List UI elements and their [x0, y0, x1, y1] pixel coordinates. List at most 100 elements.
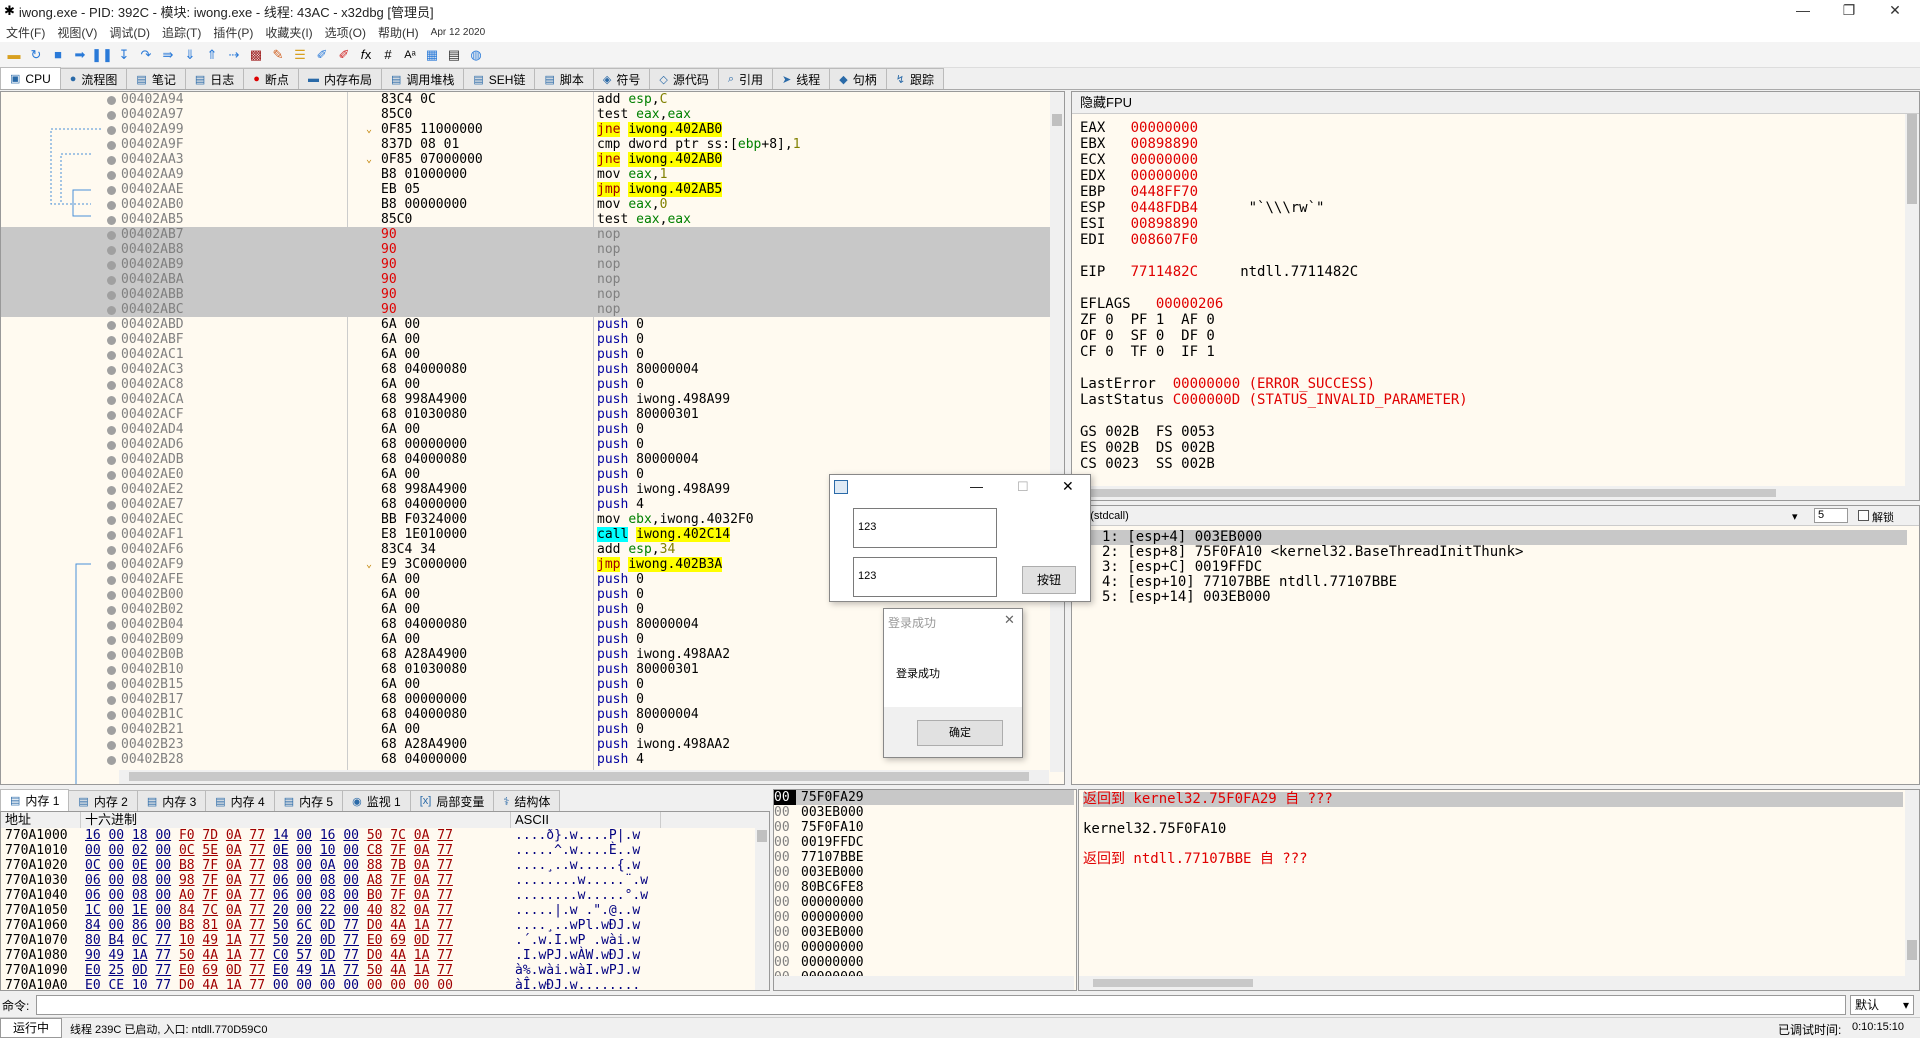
disasm-vscroll[interactable]: [1050, 92, 1064, 772]
comments-hscroll[interactable]: [1079, 976, 1905, 990]
breakpoint-dot-icon[interactable]: [107, 261, 116, 270]
breakpoint-dot-icon[interactable]: [107, 351, 116, 360]
dump-row[interactable]: 770A1020 0C 00 0E 00 B8 7F 0A 77 08 00 0A…: [1, 858, 761, 873]
breakpoint-dot-icon[interactable]: [107, 546, 116, 555]
disasm-row[interactable]: 00402A99 0F85 11000000 jne iwong.402AB0 ⌄: [1, 122, 1051, 137]
tab-12[interactable]: ➤ 线程: [772, 68, 831, 89]
flags-row[interactable]: CF 0 TF 0 IF 1: [1080, 344, 1215, 360]
comments-vscroll[interactable]: [1905, 790, 1919, 990]
globe-icon[interactable]: ◍: [466, 45, 486, 65]
disasm-row[interactable]: 00402AB5 85C0 test eax,eax: [1, 212, 1051, 227]
disasm-row[interactable]: 00402A94 83C4 0C add esp,C: [1, 92, 1051, 107]
register-row[interactable]: ESP 0448FDB4 "`\\\rw`": [1080, 200, 1324, 216]
dump-vscroll[interactable]: [755, 812, 769, 990]
stack-row[interactable]: 00 75F0FA10: [774, 820, 1074, 835]
dump-row[interactable]: 770A1060 84 00 86 00 B8 81 0A 77 50 6C 0D…: [1, 918, 761, 933]
segment-row[interactable]: GS 002B FS 0053: [1080, 424, 1215, 440]
unlock-checkbox[interactable]: [1858, 510, 1869, 521]
breakpoint-dot-icon[interactable]: [107, 156, 116, 165]
stack-row[interactable]: 00 003EB000: [774, 805, 1074, 820]
dump-row[interactable]: 770A1000 16 00 18 00 F0 7D 0A 77 14 00 16…: [1, 828, 761, 843]
register-row[interactable]: EBP 0448FF70: [1080, 184, 1249, 200]
dump-row[interactable]: 770A1010 00 00 02 00 0C 5E 0A 77 0E 00 10…: [1, 843, 761, 858]
dump-tab-3[interactable]: ▤ 内存 4: [205, 790, 275, 811]
breakpoint-dot-icon[interactable]: [107, 456, 116, 465]
command-input[interactable]: [36, 995, 1846, 1015]
tab-14[interactable]: ↯ 跟踪: [885, 68, 944, 89]
menu-item[interactable]: 收藏夹(I): [259, 24, 318, 41]
breakpoint-dot-icon[interactable]: [107, 276, 116, 285]
stack-view[interactable]: 00 75F0FA29 00 003EB000 00 75F0FA10 00 0019FFDC…: [773, 789, 1077, 991]
breakpoint-dot-icon[interactable]: [107, 516, 116, 525]
register-row[interactable]: EDX 00000000: [1080, 168, 1249, 184]
argument-row[interactable]: 3: [esp+C] 0019FFDC: [1102, 560, 1262, 575]
restart-icon[interactable]: ↻: [26, 45, 46, 65]
trace-over-icon[interactable]: ⇓: [180, 45, 200, 65]
breakpoint-dot-icon[interactable]: [107, 756, 116, 765]
pause-icon[interactable]: ❚❚: [91, 45, 113, 65]
breakpoint-dot-icon[interactable]: [107, 726, 116, 735]
dump-tab-2[interactable]: ▤ 内存 3: [136, 790, 207, 811]
stack-row[interactable]: 0000000000: [774, 955, 1074, 970]
breakpoint-dot-icon[interactable]: [107, 201, 116, 210]
hash-icon[interactable]: #: [378, 45, 398, 65]
breakpoint-dot-icon[interactable]: [107, 576, 116, 585]
breakpoint-dot-icon[interactable]: [107, 396, 116, 405]
stack-row[interactable]: 00 0019FFDC: [774, 835, 1074, 850]
stack-row[interactable]: 00 003EB000: [774, 865, 1074, 880]
breakpoint-dot-icon[interactable]: [107, 621, 116, 630]
disasm-row[interactable]: 00402AB0 B8 00000000 mov eax,0: [1, 197, 1051, 212]
close-button[interactable]: ✕: [1872, 0, 1918, 22]
command-mode-dropdown[interactable]: 默认 ▾: [1850, 995, 1914, 1015]
stack-row[interactable]: 00 77107BBE: [774, 850, 1074, 865]
disasm-row[interactable]: 00402AB9 90 nop: [1, 257, 1051, 272]
dump-row[interactable]: 770A1050 1C 00 1E 00 84 7C 0A 77 20 00 22…: [1, 903, 761, 918]
comment-icon[interactable]: ☰: [290, 45, 310, 65]
breakpoint-dot-icon[interactable]: [107, 246, 116, 255]
breakpoint-dot-icon[interactable]: [107, 291, 116, 300]
stack-row[interactable]: 0000000000: [774, 895, 1074, 910]
breakpoint-dot-icon[interactable]: [107, 591, 116, 600]
arguments-panel[interactable]: 1: (stdcall) ▾ 5 解锁 1: [esp+4] 003EB000 2…: [1071, 505, 1920, 785]
step-into-icon[interactable]: ↧: [114, 45, 134, 65]
tab-8[interactable]: ▤ 脚本: [534, 68, 594, 89]
breakpoint-dot-icon[interactable]: [107, 96, 116, 105]
breakpoint-dot-icon[interactable]: [107, 651, 116, 660]
disasm-row[interactable]: 00402ABF 6A 00 push 0: [1, 332, 1051, 347]
tab-5[interactable]: ▬ 内存布局: [297, 68, 382, 89]
minimize-button[interactable]: —: [1780, 0, 1826, 22]
menu-item[interactable]: 插件(P): [207, 24, 259, 41]
tab-2[interactable]: ▤ 笔记: [126, 68, 186, 89]
breakpoint-dot-icon[interactable]: [107, 501, 116, 510]
open-icon[interactable]: ▬: [4, 45, 24, 65]
disasm-row[interactable]: 00402AAE EB 05 jmp iwong.402AB5: [1, 182, 1051, 197]
menu-item[interactable]: 追踪(T): [156, 24, 207, 41]
breakpoint-dot-icon[interactable]: [107, 711, 116, 720]
breakpoint-dot-icon[interactable]: [107, 126, 116, 135]
restore-button[interactable]: ❐: [1826, 0, 1872, 22]
disasm-row[interactable]: 00402A97 85C0 test eax,eax: [1, 107, 1051, 122]
dump-row[interactable]: 770A1080 90 49 1A 77 50 4A 1A 77 C0 57 0D…: [1, 948, 761, 963]
register-row[interactable]: EBX 00898890: [1080, 136, 1249, 152]
dialog-maximize-button[interactable]: ☐: [1017, 479, 1029, 495]
dialog2-close-button[interactable]: ✕: [1004, 612, 1015, 628]
breakpoint-dot-icon[interactable]: [107, 171, 116, 180]
tab-9[interactable]: ◈ 符号: [592, 68, 651, 89]
arg-count-spinner[interactable]: 5: [1814, 508, 1848, 523]
argument-row[interactable]: 4: [esp+10] 77107BBE ntdll.77107BBE: [1102, 575, 1397, 590]
disasm-row[interactable]: 00402ABD 6A 00 push 0: [1, 317, 1051, 332]
tab-13[interactable]: ◆ 句柄: [829, 68, 887, 89]
dialog-minimize-button[interactable]: —: [970, 479, 983, 494]
disasm-row[interactable]: 00402AC1 6A 00 push 0: [1, 347, 1051, 362]
label-icon[interactable]: ✐: [312, 45, 332, 65]
dump-tab-0[interactable]: ▤ 内存 1: [0, 789, 70, 811]
breakpoint-dot-icon[interactable]: [107, 306, 116, 315]
lasterror-row[interactable]: LastError 00000000 (ERROR_SUCCESS): [1080, 376, 1375, 392]
dump-row[interactable]: 770A1070 80 B4 0C 77 10 49 1A 77 50 20 0D…: [1, 933, 761, 948]
menu-item[interactable]: 选项(O): [319, 24, 372, 41]
register-row[interactable]: EAX 00000000: [1080, 120, 1249, 136]
register-row[interactable]: ESI 00898890: [1080, 216, 1249, 232]
hide-fpu-button[interactable]: 隐藏FPU: [1072, 92, 1919, 114]
disasm-row[interactable]: 00402ABB 90 nop: [1, 287, 1051, 302]
dump-tab-4[interactable]: ▤ 内存 5: [273, 790, 344, 811]
